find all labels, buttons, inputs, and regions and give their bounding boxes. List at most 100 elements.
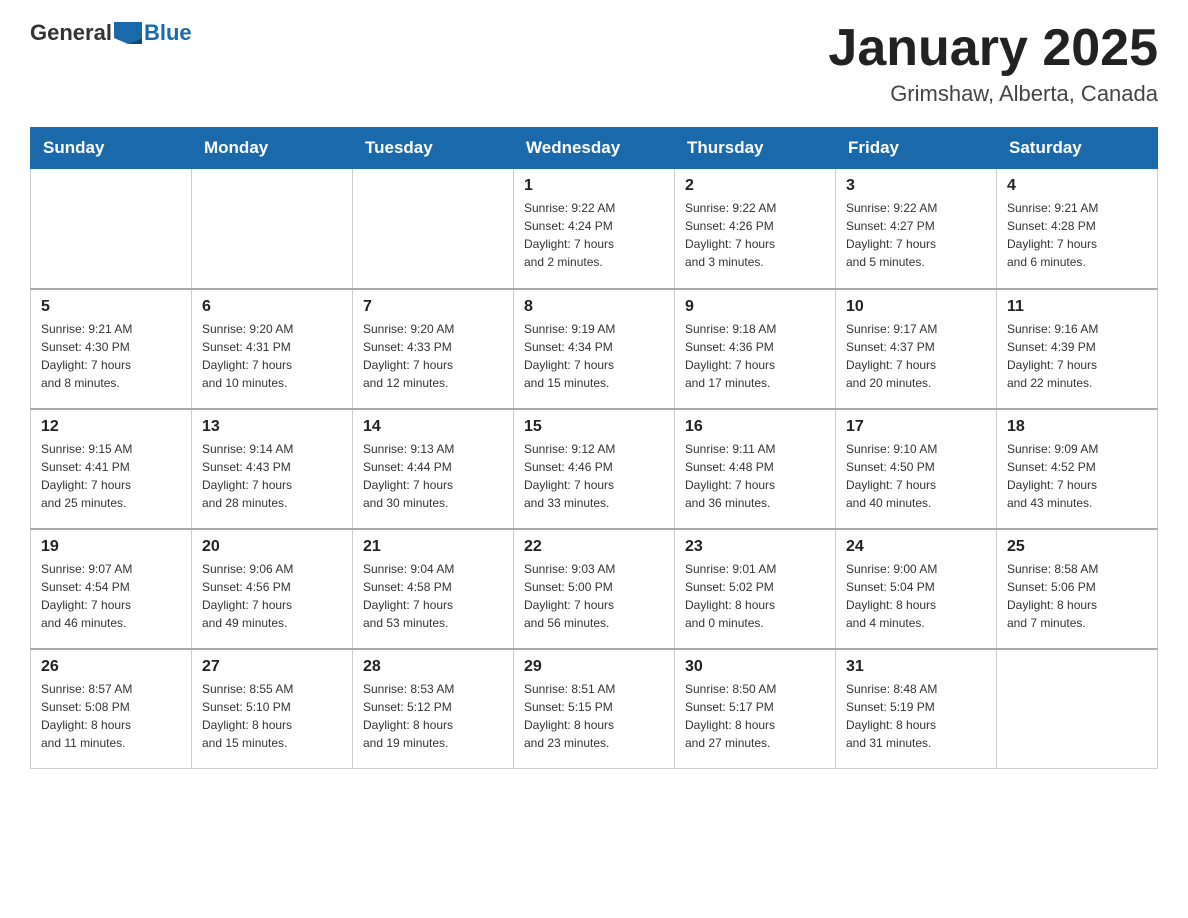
calendar-day-cell: 3 Sunrise: 9:22 AMSunset: 4:27 PMDaylight… — [836, 169, 997, 289]
day-of-week-header: Tuesday — [353, 128, 514, 169]
calendar-day-cell: 25 Sunrise: 8:58 AMSunset: 5:06 PMDayligh… — [997, 529, 1158, 649]
calendar-table: SundayMondayTuesdayWednesdayThursdayFrid… — [30, 127, 1158, 769]
day-number: 5 — [41, 298, 181, 316]
day-number: 11 — [1007, 298, 1147, 316]
logo-icon — [114, 22, 142, 44]
day-info: Sunrise: 9:22 AMSunset: 4:26 PMDaylight:… — [685, 199, 825, 271]
day-of-week-header: Friday — [836, 128, 997, 169]
day-number: 1 — [524, 177, 664, 195]
calendar-empty-cell — [353, 169, 514, 289]
calendar-day-cell: 18 Sunrise: 9:09 AMSunset: 4:52 PMDayligh… — [997, 409, 1158, 529]
calendar-day-cell: 1 Sunrise: 9:22 AMSunset: 4:24 PMDaylight… — [514, 169, 675, 289]
day-number: 2 — [685, 177, 825, 195]
logo-general-text: General — [30, 20, 112, 46]
day-number: 22 — [524, 538, 664, 556]
day-info: Sunrise: 9:17 AMSunset: 4:37 PMDaylight:… — [846, 320, 986, 392]
calendar-day-cell: 27 Sunrise: 8:55 AMSunset: 5:10 PMDayligh… — [192, 649, 353, 769]
day-number: 31 — [846, 658, 986, 676]
day-info: Sunrise: 9:18 AMSunset: 4:36 PMDaylight:… — [685, 320, 825, 392]
day-number: 27 — [202, 658, 342, 676]
calendar-day-cell: 28 Sunrise: 8:53 AMSunset: 5:12 PMDayligh… — [353, 649, 514, 769]
calendar-day-cell: 14 Sunrise: 9:13 AMSunset: 4:44 PMDayligh… — [353, 409, 514, 529]
calendar-day-cell: 5 Sunrise: 9:21 AMSunset: 4:30 PMDaylight… — [31, 289, 192, 409]
calendar-week-row: 1 Sunrise: 9:22 AMSunset: 4:24 PMDaylight… — [31, 169, 1158, 289]
day-number: 7 — [363, 298, 503, 316]
day-number: 13 — [202, 418, 342, 436]
calendar-week-row: 5 Sunrise: 9:21 AMSunset: 4:30 PMDaylight… — [31, 289, 1158, 409]
calendar-day-cell: 10 Sunrise: 9:17 AMSunset: 4:37 PMDayligh… — [836, 289, 997, 409]
day-info: Sunrise: 9:15 AMSunset: 4:41 PMDaylight:… — [41, 440, 181, 512]
calendar-day-cell: 17 Sunrise: 9:10 AMSunset: 4:50 PMDayligh… — [836, 409, 997, 529]
day-number: 24 — [846, 538, 986, 556]
calendar-day-cell: 9 Sunrise: 9:18 AMSunset: 4:36 PMDaylight… — [675, 289, 836, 409]
logo-blue-text: Blue — [144, 20, 192, 46]
calendar-day-cell: 31Sunrise: 8:48 AMSunset: 5:19 PMDayligh… — [836, 649, 997, 769]
day-info: Sunrise: 8:53 AMSunset: 5:12 PMDaylight:… — [363, 680, 503, 752]
day-number: 14 — [363, 418, 503, 436]
day-number: 6 — [202, 298, 342, 316]
day-number: 4 — [1007, 177, 1147, 195]
day-info: Sunrise: 9:22 AMSunset: 4:27 PMDaylight:… — [846, 199, 986, 271]
day-info: Sunrise: 9:04 AMSunset: 4:58 PMDaylight:… — [363, 560, 503, 632]
calendar-day-cell: 23 Sunrise: 9:01 AMSunset: 5:02 PMDayligh… — [675, 529, 836, 649]
day-of-week-header: Monday — [192, 128, 353, 169]
day-info: Sunrise: 9:10 AMSunset: 4:50 PMDaylight:… — [846, 440, 986, 512]
calendar-day-cell: 19 Sunrise: 9:07 AMSunset: 4:54 PMDayligh… — [31, 529, 192, 649]
day-info: Sunrise: 9:21 AMSunset: 4:30 PMDaylight:… — [41, 320, 181, 392]
day-number: 30 — [685, 658, 825, 676]
calendar-day-cell: 15 Sunrise: 9:12 AMSunset: 4:46 PMDayligh… — [514, 409, 675, 529]
day-number: 26 — [41, 658, 181, 676]
day-number: 23 — [685, 538, 825, 556]
calendar-day-cell: 4 Sunrise: 9:21 AMSunset: 4:28 PMDaylight… — [997, 169, 1158, 289]
calendar-week-row: 19 Sunrise: 9:07 AMSunset: 4:54 PMDayligh… — [31, 529, 1158, 649]
day-of-week-header: Thursday — [675, 128, 836, 169]
calendar-empty-cell — [31, 169, 192, 289]
day-number: 15 — [524, 418, 664, 436]
day-info: Sunrise: 9:21 AMSunset: 4:28 PMDaylight:… — [1007, 199, 1147, 271]
day-info: Sunrise: 9:06 AMSunset: 4:56 PMDaylight:… — [202, 560, 342, 632]
day-info: Sunrise: 8:51 AMSunset: 5:15 PMDaylight:… — [524, 680, 664, 752]
day-number: 21 — [363, 538, 503, 556]
day-info: Sunrise: 8:55 AMSunset: 5:10 PMDaylight:… — [202, 680, 342, 752]
day-number: 10 — [846, 298, 986, 316]
day-info: Sunrise: 9:09 AMSunset: 4:52 PMDaylight:… — [1007, 440, 1147, 512]
calendar-day-cell: 13 Sunrise: 9:14 AMSunset: 4:43 PMDayligh… — [192, 409, 353, 529]
day-info: Sunrise: 9:01 AMSunset: 5:02 PMDaylight:… — [685, 560, 825, 632]
calendar-day-cell: 29 Sunrise: 8:51 AMSunset: 5:15 PMDayligh… — [514, 649, 675, 769]
day-info: Sunrise: 9:07 AMSunset: 4:54 PMDaylight:… — [41, 560, 181, 632]
day-info: Sunrise: 9:13 AMSunset: 4:44 PMDaylight:… — [363, 440, 503, 512]
location-subtitle: Grimshaw, Alberta, Canada — [828, 81, 1158, 107]
calendar-day-cell: 24 Sunrise: 9:00 AMSunset: 5:04 PMDayligh… — [836, 529, 997, 649]
day-number: 25 — [1007, 538, 1147, 556]
day-number: 28 — [363, 658, 503, 676]
day-of-week-header: Sunday — [31, 128, 192, 169]
day-of-week-header: Wednesday — [514, 128, 675, 169]
calendar-empty-cell — [997, 649, 1158, 769]
day-info: Sunrise: 9:03 AMSunset: 5:00 PMDaylight:… — [524, 560, 664, 632]
day-number: 9 — [685, 298, 825, 316]
month-title: January 2025 — [828, 20, 1158, 77]
logo: General Blue — [30, 20, 192, 46]
day-info: Sunrise: 9:14 AMSunset: 4:43 PMDaylight:… — [202, 440, 342, 512]
title-block: January 2025 Grimshaw, Alberta, Canada — [828, 20, 1158, 107]
day-number: 29 — [524, 658, 664, 676]
day-number: 18 — [1007, 418, 1147, 436]
calendar-day-cell: 7Sunrise: 9:20 AMSunset: 4:33 PMDaylight… — [353, 289, 514, 409]
calendar-day-cell: 30Sunrise: 8:50 AMSunset: 5:17 PMDayligh… — [675, 649, 836, 769]
day-info: Sunrise: 9:12 AMSunset: 4:46 PMDaylight:… — [524, 440, 664, 512]
day-info: Sunrise: 9:22 AMSunset: 4:24 PMDaylight:… — [524, 199, 664, 271]
day-number: 17 — [846, 418, 986, 436]
day-info: Sunrise: 9:11 AMSunset: 4:48 PMDaylight:… — [685, 440, 825, 512]
day-number: 19 — [41, 538, 181, 556]
day-number: 3 — [846, 177, 986, 195]
day-info: Sunrise: 9:16 AMSunset: 4:39 PMDaylight:… — [1007, 320, 1147, 392]
day-info: Sunrise: 8:57 AMSunset: 5:08 PMDaylight:… — [41, 680, 181, 752]
calendar-day-cell: 16Sunrise: 9:11 AMSunset: 4:48 PMDayligh… — [675, 409, 836, 529]
calendar-day-cell: 6Sunrise: 9:20 AMSunset: 4:31 PMDaylight… — [192, 289, 353, 409]
day-number: 20 — [202, 538, 342, 556]
calendar-day-cell: 26 Sunrise: 8:57 AMSunset: 5:08 PMDayligh… — [31, 649, 192, 769]
day-info: Sunrise: 9:19 AMSunset: 4:34 PMDaylight:… — [524, 320, 664, 392]
day-info: Sunrise: 8:58 AMSunset: 5:06 PMDaylight:… — [1007, 560, 1147, 632]
calendar-header-row: SundayMondayTuesdayWednesdayThursdayFrid… — [31, 128, 1158, 169]
day-info: Sunrise: 9:00 AMSunset: 5:04 PMDaylight:… — [846, 560, 986, 632]
